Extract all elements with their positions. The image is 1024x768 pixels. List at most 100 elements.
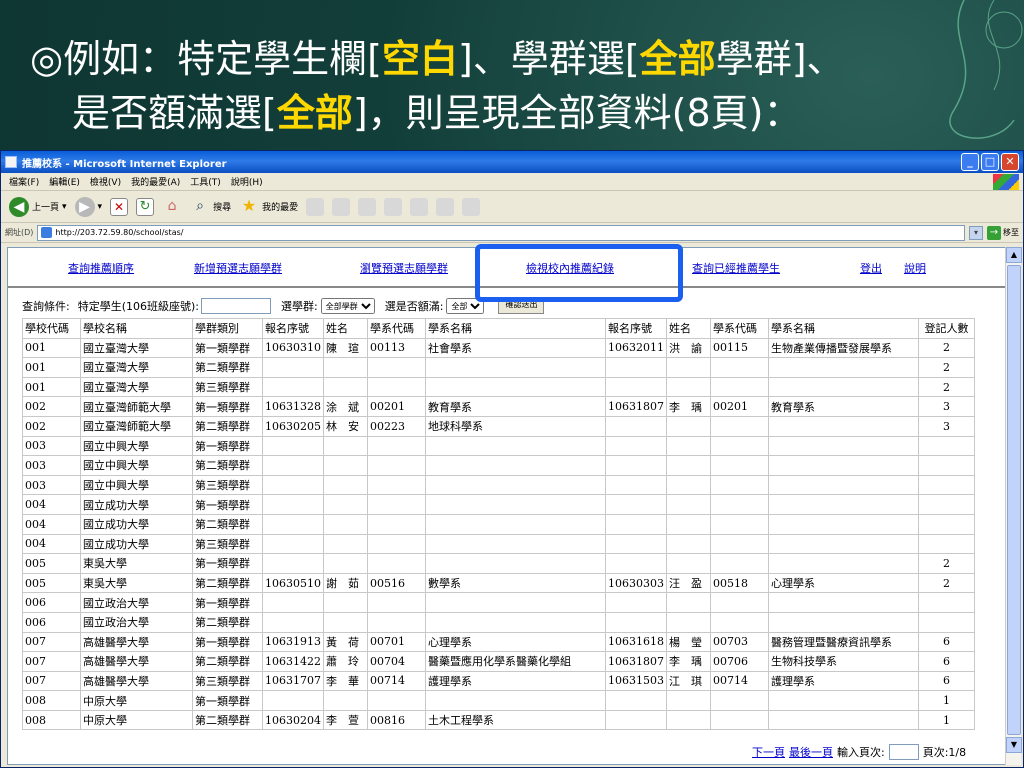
table-row: 001 國立臺灣大學 第二類學群 2 — [22, 357, 975, 378]
table-cell: 10630510 — [262, 572, 324, 594]
table-cell: 護理學系 — [425, 670, 606, 692]
table-cell: 第三類學群 — [192, 376, 263, 398]
table-cell — [605, 690, 667, 711]
nav-logout[interactable]: 登出 — [860, 260, 882, 276]
search-button[interactable]: ⌕ 搜尋 — [190, 197, 231, 217]
table-cell — [323, 513, 368, 535]
nav-add-preselect[interactable]: 新增預選志願學群 — [194, 260, 282, 276]
home-icon[interactable]: ⌂ — [162, 197, 182, 217]
mail-icon[interactable] — [332, 197, 351, 216]
address-input[interactable]: http://203.72.59.80/school/stas/ — [37, 224, 965, 241]
menu-view[interactable]: 檢視(V) — [90, 175, 121, 188]
table-cell — [768, 709, 919, 731]
table-cell: 10631913 — [262, 631, 324, 653]
table-cell: 第二類學群 — [192, 415, 263, 437]
results-table: 學校代碼 學校名稱 學群類別 報名序號 姓名 學系代碼 學系名稱 報名序號 姓名 學系代碼 學系名稱… — [22, 318, 975, 731]
table-cell — [262, 513, 324, 535]
nav-query-order[interactable]: 查詢推薦順序 — [68, 260, 134, 276]
table-cell: 國立中興大學 — [80, 435, 193, 457]
back-button[interactable]: ◀ 上一頁 ▾ — [9, 196, 67, 217]
minimize-button[interactable]: _ — [961, 153, 979, 171]
table-cell: 2 — [918, 553, 975, 574]
address-value: http://203.72.59.80/school/stas/ — [55, 228, 184, 237]
chevron-down-icon: ▾ — [62, 201, 67, 212]
table-cell — [367, 690, 426, 711]
student-label: 特定學生(106班級座號): — [77, 300, 200, 313]
table-cell — [666, 709, 711, 731]
table-cell: 00518 — [710, 572, 769, 594]
table-cell: 00201 — [367, 396, 426, 417]
scroll-down-icon[interactable]: ▼ — [1006, 737, 1022, 753]
scroll-thumb[interactable] — [1007, 265, 1021, 735]
table-cell: 第二類學群 — [192, 611, 263, 633]
table-cell: 003 — [22, 474, 81, 496]
table-row: 004 國立成功大學 第一類學群 — [22, 494, 975, 515]
table-cell: 國立臺灣大學 — [80, 337, 193, 359]
print-icon[interactable] — [358, 197, 377, 216]
table-cell: 國立臺灣師範大學 — [80, 396, 193, 417]
history-icon[interactable] — [306, 197, 325, 216]
window-controls: _ □ ✕ — [961, 153, 1023, 171]
folder-icon[interactable] — [410, 197, 429, 216]
next-page-link[interactable]: 下一頁 — [752, 744, 785, 760]
forward-button[interactable]: ▶ ▾ — [74, 196, 102, 217]
table-cell — [768, 553, 919, 574]
scroll-up-icon[interactable]: ▲ — [1006, 247, 1022, 263]
table-cell — [768, 533, 919, 555]
vertical-scrollbar[interactable]: ▲ ▼ — [1005, 247, 1022, 765]
table-cell: 第一類學群 — [192, 337, 263, 359]
table-cell: 10630205 — [262, 415, 324, 437]
menu-file[interactable]: 檔案(F) — [9, 175, 39, 188]
table-cell: 10631618 — [605, 631, 667, 653]
edit-icon[interactable] — [384, 197, 403, 216]
group-select[interactable]: 全部學群 — [320, 298, 375, 314]
title-highlight: 空白 — [382, 37, 459, 81]
table-cell: 國立中興大學 — [80, 455, 193, 476]
refresh-icon[interactable]: ↻ — [136, 197, 155, 216]
table-cell — [425, 376, 606, 398]
table-cell: 00223 — [367, 415, 426, 437]
table-cell: 高雄醫學大學 — [80, 631, 193, 653]
menu-edit[interactable]: 編輯(E) — [49, 175, 80, 188]
menu-tools[interactable]: 工具(T) — [190, 175, 221, 188]
table-row: 003 國立中興大學 第二類學群 — [22, 455, 975, 476]
table-row: 007 高雄醫學大學 第一類學群 10631913 黃 荷 00701 心理學系 106316… — [22, 631, 975, 653]
table-row: 003 國立中興大學 第三類學群 — [22, 474, 975, 496]
student-input[interactable] — [201, 298, 272, 314]
last-page-link[interactable]: 最後一頁 — [789, 744, 833, 760]
messenger-icon[interactable] — [462, 197, 481, 216]
nav-help[interactable]: 說明 — [904, 260, 926, 276]
table-cell — [710, 376, 769, 398]
research-icon[interactable] — [436, 197, 455, 216]
nav-browse-preselect[interactable]: 瀏覽預選志願學群 — [360, 260, 448, 276]
table-cell — [768, 455, 919, 476]
table-row: 008 中原大學 第二類學群 10630204 李 萱 00816 土木工程學系 1 — [22, 709, 975, 731]
window-titlebar[interactable]: 推薦校系 - Microsoft Internet Explorer _ □ ✕ — [1, 151, 1023, 173]
column-header: 學系代碼 — [710, 318, 769, 339]
table-cell: 10631707 — [262, 670, 324, 692]
table-cell — [262, 455, 324, 476]
page-input[interactable] — [888, 744, 919, 760]
table-cell — [323, 435, 368, 457]
nav-query-recommended[interactable]: 查詢已經推薦學生 — [692, 260, 780, 276]
toolbar: ◀ 上一頁 ▾ ▶ ▾ ✕ ↻ ⌂ ⌕ 搜尋 ★ 我的最愛 — [1, 191, 1023, 223]
table-cell — [918, 494, 975, 515]
table-cell: 6 — [918, 631, 975, 653]
table-cell — [666, 376, 711, 398]
table-row: 005 東吳大學 第一類學群 2 — [22, 553, 975, 574]
table-cell — [710, 533, 769, 555]
table-cell — [367, 533, 426, 555]
menu-help[interactable]: 說明(H) — [231, 175, 263, 188]
address-dropdown[interactable]: ▾ — [969, 225, 983, 240]
table-cell — [367, 611, 426, 633]
menu-favorites[interactable]: 我的最愛(A) — [131, 175, 180, 188]
go-button[interactable]: → 移至 — [987, 225, 1019, 240]
table-cell: 國立臺灣大學 — [80, 357, 193, 378]
table-cell — [605, 611, 667, 633]
close-button[interactable]: ✕ — [1001, 153, 1019, 171]
table-cell — [666, 592, 711, 613]
maximize-button[interactable]: □ — [981, 153, 999, 171]
favorites-button[interactable]: ★ 我的最愛 — [239, 196, 298, 217]
table-row: 008 中原大學 第一類學群 1 — [22, 690, 975, 711]
stop-icon[interactable]: ✕ — [110, 197, 129, 216]
